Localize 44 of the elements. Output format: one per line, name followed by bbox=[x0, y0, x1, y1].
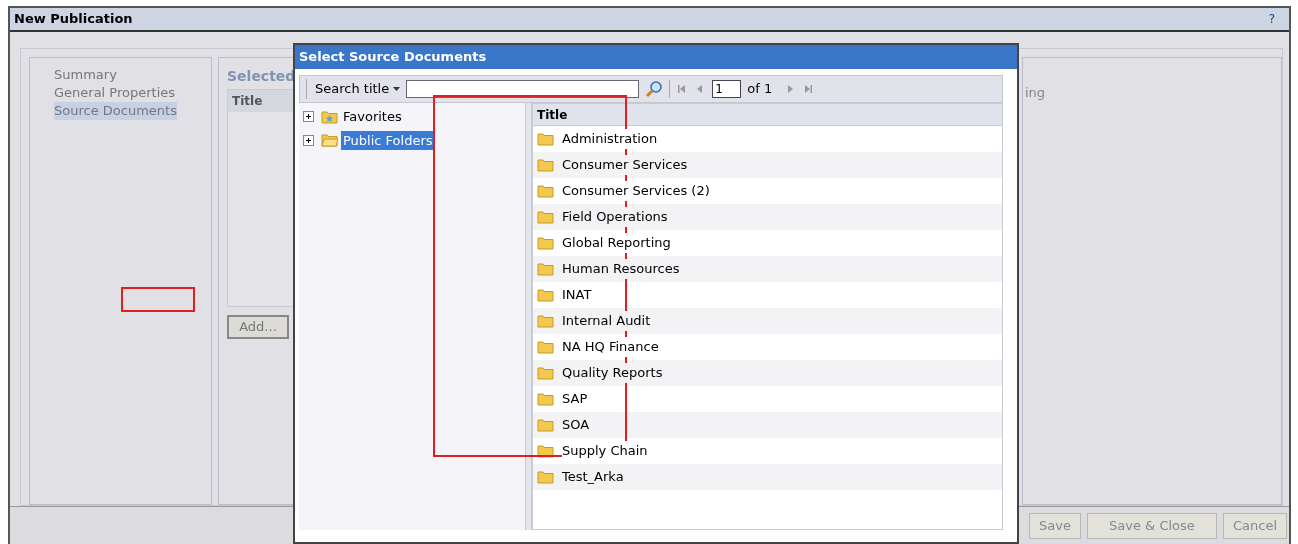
folder-row[interactable]: Test_Arka bbox=[533, 464, 1002, 490]
favorites-folder-icon bbox=[321, 109, 338, 124]
expand-icon[interactable] bbox=[303, 111, 314, 123]
folder-row[interactable]: Human Resources bbox=[533, 256, 1002, 282]
caret-icon bbox=[393, 87, 401, 91]
nav-item[interactable]: General Properties bbox=[54, 84, 176, 102]
search-icon[interactable] bbox=[645, 80, 664, 98]
folder-icon bbox=[537, 158, 554, 172]
folder-icon bbox=[537, 262, 554, 276]
nav-item[interactable]: Summary bbox=[54, 66, 117, 84]
folder-icon bbox=[537, 418, 554, 432]
expand-icon[interactable] bbox=[303, 134, 314, 146]
folder-icon bbox=[537, 444, 554, 458]
folder-icon bbox=[537, 392, 554, 406]
folder-icon bbox=[537, 210, 554, 224]
folder-row[interactable]: Field Operations bbox=[533, 204, 1002, 230]
dialog-title-bar: Select Source Documents bbox=[295, 45, 1017, 69]
column-header: Title bbox=[228, 90, 296, 112]
folder-row[interactable]: SOA bbox=[533, 412, 1002, 438]
column-header: Title bbox=[533, 104, 1002, 126]
help-button[interactable]: ? bbox=[1268, 10, 1275, 28]
folder-icon bbox=[537, 314, 554, 328]
search-scope-dropdown[interactable]: Search title bbox=[306, 79, 401, 99]
page-total: of 1 bbox=[747, 80, 773, 99]
window-title: New Publication bbox=[14, 10, 133, 29]
folder-icon bbox=[321, 133, 338, 148]
folder-icon bbox=[537, 288, 554, 302]
splitter[interactable] bbox=[526, 103, 532, 530]
folder-icon bbox=[537, 184, 554, 198]
folder-icon bbox=[537, 236, 554, 250]
panel-text: ing bbox=[1025, 85, 1046, 100]
page-number-field[interactable]: 1 bbox=[712, 80, 742, 98]
folder-row[interactable]: Consumer Services bbox=[533, 152, 1002, 178]
folder-row[interactable]: Quality Reports bbox=[533, 360, 1002, 386]
folder-icon bbox=[537, 366, 554, 380]
last-page-icon[interactable] bbox=[802, 83, 815, 95]
folder-icon bbox=[537, 132, 554, 146]
folder-icon bbox=[537, 340, 554, 354]
tree-item[interactable]: Favorites bbox=[341, 107, 404, 127]
folder-row[interactable]: Internal Audit bbox=[533, 308, 1002, 334]
search-field[interactable] bbox=[406, 80, 640, 98]
folder-icon bbox=[537, 470, 554, 484]
tree-item[interactable]: Public Folders bbox=[341, 130, 435, 150]
panel-heading: Selected bbox=[227, 67, 297, 86]
